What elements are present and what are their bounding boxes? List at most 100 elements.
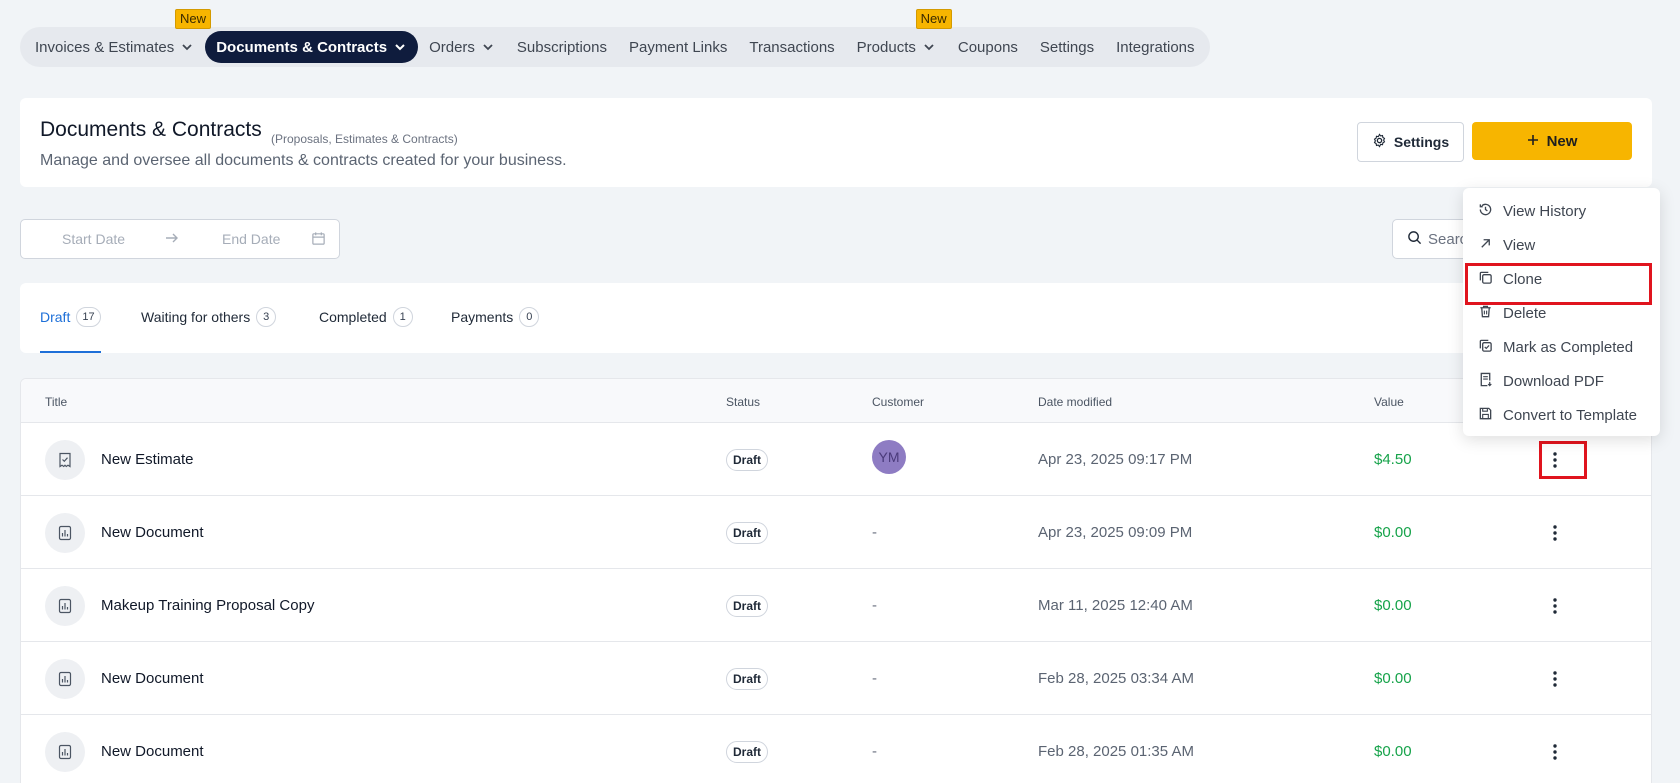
arrow-up-right-icon — [1478, 236, 1493, 255]
status-badge: Draft — [726, 449, 769, 471]
menu-item-download-pdf[interactable]: Download PDF — [1463, 364, 1660, 398]
plus-icon — [1527, 133, 1539, 150]
tab-label: Draft — [40, 309, 71, 325]
documents-table: Title Status Customer Date modified Valu… — [20, 378, 1652, 783]
tab-payments[interactable]: Payments 0 — [451, 307, 540, 353]
table-row[interactable]: Makeup Training Proposal Copy Draft - Ma… — [21, 569, 1651, 642]
menu-item-delete[interactable]: Delete — [1463, 296, 1660, 330]
table-row[interactable]: New Document Draft - Feb 28, 2025 01:35 … — [21, 715, 1651, 783]
arrow-right-icon — [164, 230, 180, 249]
customer-name: - — [872, 524, 877, 541]
menu-item-clone[interactable]: Clone — [1463, 262, 1660, 305]
document-value: $4.50 — [1374, 451, 1412, 468]
document-chart-icon — [45, 659, 85, 699]
check-copy-icon — [1478, 338, 1493, 357]
nav-settings[interactable]: Settings — [1029, 31, 1105, 63]
page-header: Documents & Contracts (Proposals, Estima… — [20, 98, 1652, 187]
status-badge: Draft — [726, 522, 769, 544]
end-date-input[interactable]: End Date — [222, 231, 280, 247]
column-date-modified: Date modified — [1038, 395, 1113, 409]
more-options-icon[interactable] — [1542, 520, 1568, 546]
start-date-input[interactable]: Start Date — [62, 231, 125, 247]
tab-waiting-for-others[interactable]: Waiting for others 3 — [141, 307, 277, 353]
page-title: Documents & Contracts — [40, 118, 262, 141]
menu-item-view[interactable]: View — [1463, 228, 1660, 262]
row-actions-menu: View History View Clone Delete Mark as C… — [1463, 188, 1660, 436]
customer-name: - — [872, 743, 877, 760]
download-file-icon — [1478, 372, 1493, 391]
copy-icon — [1478, 270, 1493, 289]
nav-label: Products — [856, 38, 916, 56]
nav-integrations[interactable]: Integrations — [1105, 31, 1205, 63]
table-row[interactable]: New Document Draft - Apr 23, 2025 09:09 … — [21, 496, 1651, 569]
tab-draft[interactable]: Draft 17 — [40, 307, 101, 353]
menu-item-label: View — [1503, 236, 1536, 254]
table-header: Title Status Customer Date modified Valu… — [21, 379, 1651, 423]
nav-label: Subscriptions — [516, 38, 607, 56]
document-title[interactable]: New Document — [101, 743, 204, 760]
document-value: $0.00 — [1374, 524, 1412, 541]
nav-label: Coupons — [957, 38, 1018, 56]
tab-count: 0 — [519, 307, 540, 327]
document-title[interactable]: New Document — [101, 524, 204, 541]
search-icon — [1407, 230, 1422, 249]
nav-label: Orders — [429, 38, 475, 56]
status-badge: Draft — [726, 595, 769, 617]
top-nav: New Invoices & Estimates Documents & Con… — [20, 9, 1210, 67]
page-subtitle: (Proposals, Estimates & Contracts) — [271, 132, 458, 146]
document-title[interactable]: New Estimate — [101, 451, 194, 468]
history-icon — [1478, 202, 1493, 221]
estimate-icon — [45, 440, 85, 480]
menu-item-view-history[interactable]: View History — [1463, 194, 1660, 228]
menu-item-mark-as-completed[interactable]: Mark as Completed — [1463, 330, 1660, 364]
tab-completed[interactable]: Completed 1 — [319, 307, 413, 353]
nav-payment-links[interactable]: Payment Links — [618, 31, 738, 63]
save-icon — [1478, 406, 1493, 425]
customer-name: - — [872, 597, 877, 614]
chevron-down-icon — [180, 40, 194, 54]
document-value: $0.00 — [1374, 743, 1412, 760]
table-row[interactable]: New Document Draft - Feb 28, 2025 03:34 … — [21, 642, 1651, 715]
date-modified: Apr 23, 2025 09:09 PM — [1038, 524, 1193, 541]
document-value: $0.00 — [1374, 670, 1412, 687]
document-title[interactable]: New Document — [101, 670, 204, 687]
page-description: Manage and oversee all documents & contr… — [40, 152, 567, 169]
date-modified: Feb 28, 2025 01:35 AM — [1038, 743, 1194, 760]
menu-item-convert-to-template[interactable]: Convert to Template — [1463, 398, 1660, 432]
customer-name: - — [872, 670, 877, 687]
date-modified: Feb 28, 2025 03:34 AM — [1038, 670, 1194, 687]
more-options-icon[interactable] — [1542, 666, 1568, 692]
nav-documents-contracts[interactable]: Documents & Contracts — [205, 31, 419, 63]
nav-transactions[interactable]: Transactions — [738, 31, 845, 63]
column-title: Title — [45, 395, 68, 409]
tab-label: Waiting for others — [141, 309, 251, 325]
date-range-picker[interactable]: Start Date End Date — [20, 219, 340, 259]
more-options-icon[interactable] — [1542, 593, 1568, 619]
nav-label: Integrations — [1116, 38, 1195, 56]
nav-subscriptions[interactable]: Subscriptions — [506, 31, 618, 63]
column-value: Value — [1374, 395, 1404, 409]
date-modified: Apr 23, 2025 09:17 PM — [1038, 451, 1193, 468]
chevron-down-icon — [481, 40, 495, 54]
document-chart-icon — [45, 586, 85, 626]
table-row[interactable]: New Estimate Draft YM Apr 23, 2025 09:17… — [21, 423, 1651, 496]
nav-label: Invoices & Estimates — [35, 38, 175, 56]
more-options-icon[interactable] — [1542, 739, 1568, 765]
column-customer: Customer — [872, 395, 925, 409]
trash-icon — [1478, 304, 1493, 323]
nav-coupons[interactable]: Coupons — [947, 31, 1029, 63]
tab-count: 3 — [256, 307, 277, 327]
document-title[interactable]: Makeup Training Proposal Copy — [101, 597, 314, 614]
nav-orders[interactable]: Orders — [418, 31, 506, 63]
document-value: $0.00 — [1374, 597, 1412, 614]
highlight-box — [1539, 441, 1587, 479]
nav-label: Payment Links — [628, 38, 728, 56]
nav-products[interactable]: New Products — [846, 9, 952, 63]
nav-invoices-estimates[interactable]: New Invoices & Estimates — [24, 9, 212, 63]
avatar: YM — [872, 440, 906, 474]
settings-button[interactable]: Settings — [1357, 122, 1464, 162]
gear-icon — [1372, 133, 1387, 151]
tab-label: Payments — [451, 309, 514, 325]
tab-count: 1 — [392, 307, 413, 327]
new-button[interactable]: New — [1472, 122, 1632, 160]
